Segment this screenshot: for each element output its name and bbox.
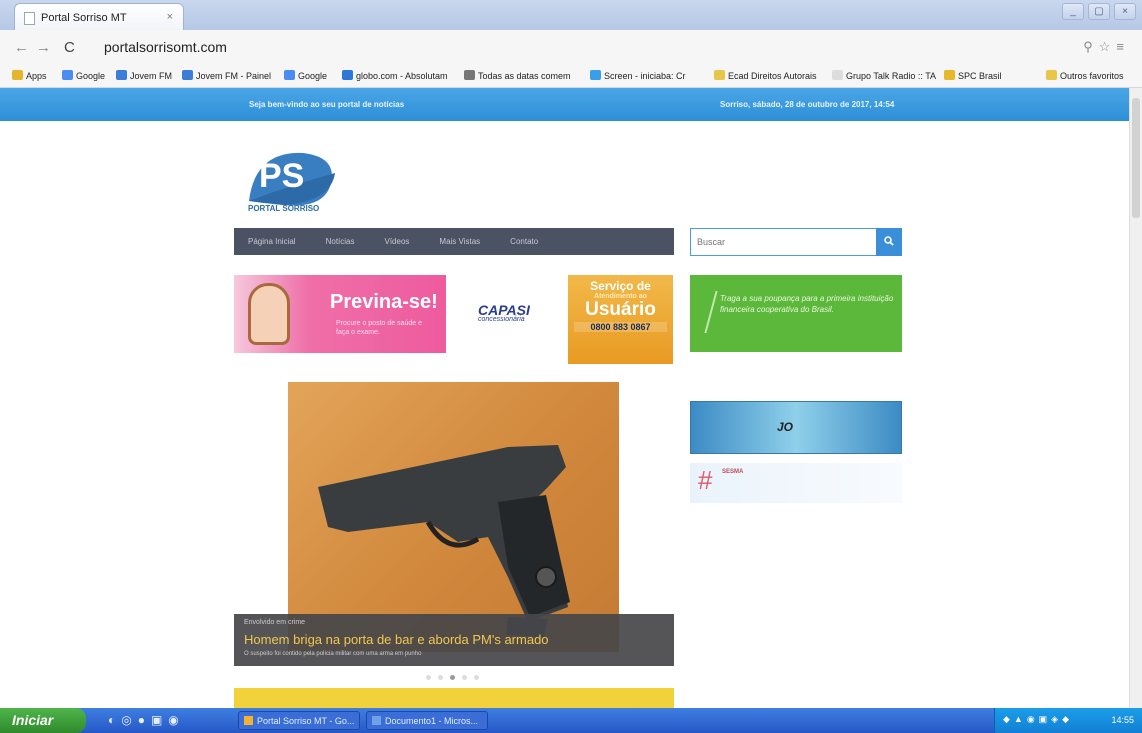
usuario-phone: 0800 883 0867 xyxy=(574,322,667,332)
bookmark-apps[interactable]: Apps xyxy=(12,70,47,81)
banner-previna[interactable]: Previna-se! Procure o posto de saúde e f… xyxy=(234,275,446,353)
site-topbar: Seja bem-vindo ao seu portal de notícias… xyxy=(0,88,1129,121)
slider-dot[interactable] xyxy=(474,675,479,680)
slider-caption[interactable]: Envolvido em crime Homem briga na porta … xyxy=(234,614,674,666)
tab-title: Portal Sorriso MT xyxy=(41,12,127,24)
logo-caption: PORTAL SORRISO xyxy=(248,204,320,213)
cooperativa-text: Traga a sua poupança para a primeira ins… xyxy=(720,294,894,314)
slider-subline: O suspeito foi contido pela polícia mili… xyxy=(244,651,422,657)
main-menu: Página Inicial Notícias Vídeos Mais Vist… xyxy=(234,228,674,255)
scrollbar-thumb[interactable] xyxy=(1132,98,1140,218)
slider-dot[interactable] xyxy=(462,675,467,680)
windows-taskbar: Iniciar ◐◎●▣◉ Portal Sorriso MT - Go... … xyxy=(0,708,1142,733)
bookmarks-bar: Apps Google Jovem FM Jovem FM - Painel G… xyxy=(0,64,1142,88)
browser-tab[interactable]: Portal Sorriso MT × xyxy=(14,3,184,30)
bookmark-spc[interactable]: SPC Brasil xyxy=(944,70,1002,81)
reload-icon[interactable]: C xyxy=(64,39,75,56)
maximize-button[interactable]: ▢ xyxy=(1088,3,1110,20)
search-icon xyxy=(884,236,894,246)
slider-dot[interactable] xyxy=(426,675,431,680)
close-window-button[interactable]: × xyxy=(1114,3,1136,20)
usuario-line-3: Usuário xyxy=(585,299,656,320)
search-button[interactable] xyxy=(876,228,902,256)
slider-dot[interactable] xyxy=(438,675,443,680)
page-scrollbar[interactable] xyxy=(1129,88,1142,708)
tray-clock: 14:55 xyxy=(1111,715,1134,725)
pistol-photo xyxy=(318,445,570,637)
banner-atendimento-usuario[interactable]: Serviço de Atendimento ao Usuário 0800 8… xyxy=(568,275,673,364)
bookmark-talk-radio[interactable]: Grupo Talk Radio :: TA xyxy=(832,70,936,81)
previna-subtitle: Procure o posto de saúde e faça o exame. xyxy=(336,320,423,336)
previna-title: Previna-se! xyxy=(330,291,438,313)
slider-category: Envolvido em crime xyxy=(244,619,306,626)
bookmark-google[interactable]: Google xyxy=(62,70,105,81)
banner-blue-ad[interactable]: JO xyxy=(690,401,902,454)
taskbar-item-browser[interactable]: Portal Sorriso MT - Go... xyxy=(238,711,360,730)
slider-headline[interactable]: Homem briga na porta de bar e aborda PM'… xyxy=(244,632,549,647)
usuario-line-1: Serviço de xyxy=(590,279,651,293)
bookmark-jovem-fm-painel[interactable]: Jovem FM - Painel xyxy=(182,70,271,81)
slider-dot-active[interactable] xyxy=(450,675,455,680)
bookmark-google-2[interactable]: Google xyxy=(284,70,327,81)
logo-letters: PS xyxy=(259,157,304,195)
menu-item-contact[interactable]: Contato xyxy=(510,237,538,246)
page-icon xyxy=(24,12,35,25)
menu-item-most-viewed[interactable]: Mais Vistas xyxy=(439,237,480,246)
news-slider-image[interactable] xyxy=(288,382,619,652)
bookmark-outros[interactable]: Outros favoritos xyxy=(1046,70,1124,81)
star-menu-icons[interactable]: ⚲☆≡ xyxy=(1083,39,1130,55)
capasi-subtitle: concessionária xyxy=(478,316,525,323)
bookmark-ecad[interactable]: Ecad Direitos Autorais xyxy=(714,70,817,81)
quick-launch-icons[interactable]: ◐◎●▣◉ xyxy=(108,713,185,727)
taskbar-item-word[interactable]: Documento1 - Micros... xyxy=(366,711,488,730)
slider-dots xyxy=(426,675,479,680)
minimize-button[interactable]: _ xyxy=(1062,3,1084,20)
document-icon xyxy=(372,716,381,725)
woman-photo xyxy=(248,283,290,345)
menu-item-home[interactable]: Página Inicial xyxy=(248,237,296,246)
banner-cooperativa[interactable]: Traga a sua poupança para a primeira ins… xyxy=(690,275,902,352)
bookmark-jovem-fm[interactable]: Jovem FM xyxy=(116,70,172,81)
bookmark-screen[interactable]: Screen - iniciaba: Cr xyxy=(590,70,686,81)
back-icon[interactable]: ← xyxy=(14,39,29,56)
tab-close-icon[interactable]: × xyxy=(167,11,173,23)
menu-item-videos[interactable]: Vídeos xyxy=(385,237,410,246)
banner-hash-ad[interactable]: # SESMA xyxy=(690,463,902,503)
start-label: Iniciar xyxy=(12,712,54,728)
url-field[interactable]: portalsorrisomt.com xyxy=(104,39,227,55)
search-box xyxy=(690,228,902,256)
address-bar: ← → C portalsorrisomt.com ⚲☆≡ xyxy=(0,30,1142,64)
hash-icon: # xyxy=(698,465,713,495)
browser-tabstrip: Portal Sorriso MT × _ ▢ × xyxy=(0,0,1142,30)
tray-icons[interactable]: ◆▲◉▣◈◆ xyxy=(1003,714,1073,725)
search-input[interactable] xyxy=(691,229,876,255)
hash-ad-text: SESMA xyxy=(722,469,744,475)
banner-capasi[interactable]: CAPASI concessionária xyxy=(478,302,530,323)
page-viewport: Seja bem-vindo ao seu portal de notícias… xyxy=(0,88,1142,708)
date-text: Sorriso, sábado, 28 de outubro de 2017, … xyxy=(720,100,895,109)
system-tray: ◆▲◉▣◈◆ 14:55 xyxy=(994,708,1142,733)
welcome-text: Seja bem-vindo ao seu portal de notícias xyxy=(249,100,405,109)
window-controls: _ ▢ × xyxy=(1062,3,1136,20)
bookmark-globo[interactable]: globo.com - Absolutam xyxy=(342,70,448,81)
start-button[interactable]: Iniciar xyxy=(0,708,86,733)
forward-icon[interactable]: → xyxy=(36,39,51,56)
browser-icon xyxy=(244,716,253,725)
blue-ad-text: JO xyxy=(777,420,794,434)
bookmark-datas[interactable]: Todas as datas comem xyxy=(464,70,571,81)
menu-item-news[interactable]: Notícias xyxy=(326,237,355,246)
yellow-banner[interactable] xyxy=(234,688,674,708)
